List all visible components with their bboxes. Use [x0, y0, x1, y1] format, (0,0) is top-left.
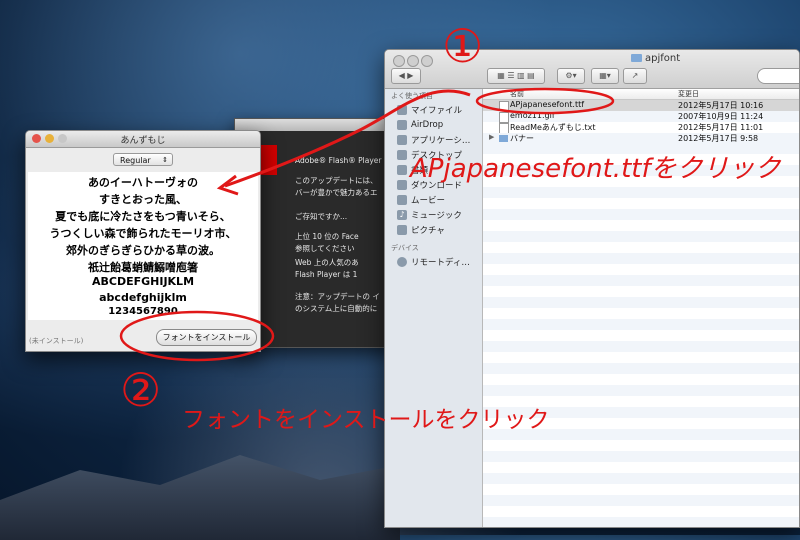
annotation-overlay [119, 87, 615, 362]
step1-text: APjapanesefont.ttfをクリック [410, 154, 781, 184]
step2-number: ② [120, 363, 162, 417]
step1-number: ① [442, 19, 484, 73]
highlight-circle-file [475, 87, 615, 115]
highlight-circle-button [119, 310, 275, 362]
step2-text: フォントをインストールをクリック [182, 407, 550, 433]
